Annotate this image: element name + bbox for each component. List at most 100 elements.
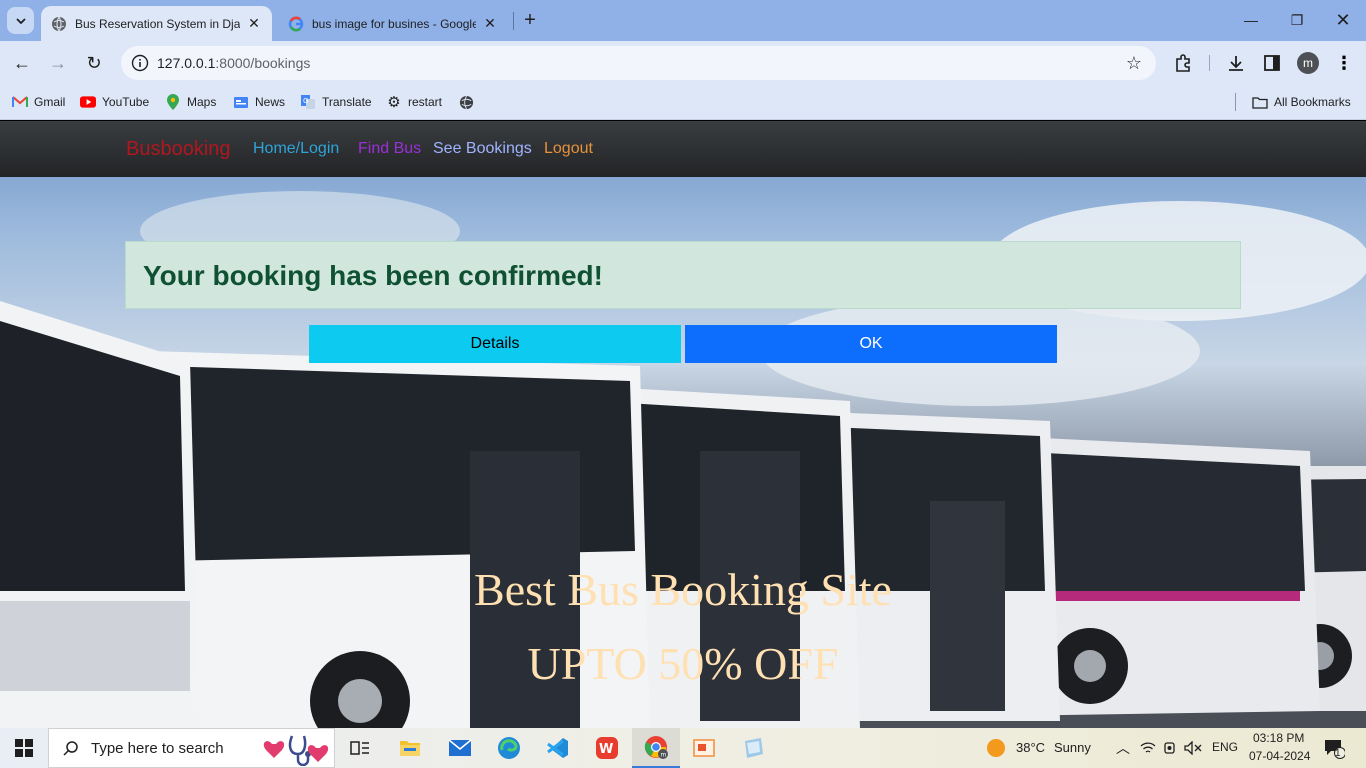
bookmark-label: Maps	[187, 95, 217, 109]
tab-bus-reservation[interactable]: Bus Reservation System in Djan ✕	[41, 6, 272, 41]
bookmark-youtube[interactable]: YouTube	[80, 93, 149, 111]
file-explorer-icon[interactable]	[395, 728, 425, 768]
bookmark-label: News	[255, 95, 286, 109]
start-button[interactable]	[0, 728, 48, 768]
input-language[interactable]: ENG	[1212, 740, 1238, 754]
url-text: 127.0.0.1:8000/bookings	[157, 55, 310, 71]
tab-google-search[interactable]: bus image for busines - Google ✕	[278, 6, 508, 41]
chevron-down-icon	[15, 17, 26, 24]
tab-strip: Bus Reservation System in Djan ✕ bus ima…	[0, 0, 1366, 41]
close-window-button[interactable]: ✕	[1331, 8, 1355, 32]
task-view-icon[interactable]	[345, 728, 375, 768]
translate-icon: G	[300, 94, 316, 110]
mail-icon[interactable]	[445, 728, 475, 768]
bookmark-label: restart	[408, 95, 443, 109]
notepad-app-icon[interactable]	[738, 728, 768, 768]
weather-temperature[interactable]: 38°C	[1016, 740, 1045, 755]
bookmark-maps[interactable]: Maps	[165, 93, 216, 111]
nav-find-bus[interactable]: Find Bus	[358, 140, 421, 158]
tab-title: bus image for busines - Google	[312, 16, 476, 31]
vscode-icon[interactable]	[543, 728, 573, 768]
news-icon	[233, 94, 249, 110]
profile-avatar[interactable]: m	[1297, 52, 1319, 74]
edge-browser-icon[interactable]	[494, 728, 524, 768]
search-icon	[63, 741, 78, 756]
site-navbar: Busbooking Home/Login Find Bus See Booki…	[0, 121, 1366, 177]
clock-time[interactable]: 03:18 PM	[1253, 731, 1304, 745]
alert-message: Your booking has been confirmed!	[143, 260, 603, 291]
toolbar-divider	[1209, 55, 1210, 71]
search-placeholder: Type here to search	[91, 739, 224, 757]
browser-toolbar: ← → ↻ 127.0.0.1:8000/bookings ☆ m ⋮	[0, 41, 1366, 85]
bookmark-label: Gmail	[34, 95, 66, 109]
tab-title: Bus Reservation System in Djan	[75, 16, 240, 31]
nav-home-login[interactable]: Home/Login	[253, 140, 339, 158]
gmail-icon	[12, 94, 28, 110]
address-bar[interactable]: 127.0.0.1:8000/bookings ☆	[121, 46, 1156, 80]
notification-count: 1	[1335, 748, 1341, 759]
close-tab-icon[interactable]: ✕	[482, 15, 498, 32]
gear-icon: ⚙	[387, 94, 401, 111]
taskbar-search-box[interactable]: Type here to search	[48, 728, 335, 768]
presentation-app-icon[interactable]	[689, 728, 719, 768]
bookmarks-bar: Gmail YouTube Maps News G Translate ⚙ re…	[0, 85, 1366, 120]
reload-button[interactable]: ↻	[82, 51, 106, 75]
promo-headline: Best Bus Booking Site	[474, 564, 892, 615]
chrome-taskbar-icon[interactable]: m	[632, 728, 680, 768]
maps-pin-icon	[165, 94, 181, 110]
bookmark-label: All Bookmarks	[1274, 95, 1351, 109]
all-bookmarks-folder[interactable]: All Bookmarks	[1252, 93, 1351, 111]
extensions-icon[interactable]	[1171, 51, 1195, 75]
meet-now-icon[interactable]	[1162, 728, 1180, 768]
windows-logo-icon	[15, 739, 33, 757]
tab-divider	[513, 12, 514, 30]
tab-search-button[interactable]	[7, 7, 34, 34]
bookmarks-divider	[1235, 93, 1236, 111]
bookmark-gmail[interactable]: Gmail	[12, 93, 65, 111]
new-tab-button[interactable]: +	[519, 9, 541, 31]
minimize-button[interactable]: —	[1239, 8, 1263, 32]
forward-button[interactable]: →	[46, 51, 70, 75]
menu-kebab-icon[interactable]: ⋮	[1332, 51, 1356, 75]
download-icon[interactable]	[1224, 51, 1248, 75]
network-icon[interactable]	[1139, 728, 1157, 768]
bookmark-label: YouTube	[102, 95, 150, 109]
globe-icon	[458, 94, 474, 110]
site-info-icon[interactable]	[131, 54, 149, 72]
svg-text:G: G	[303, 97, 308, 105]
show-hidden-icons-chevron[interactable]: ︿	[1116, 738, 1130, 758]
wps-office-icon[interactable]: W	[592, 728, 622, 768]
speaker-muted-icon[interactable]	[1184, 728, 1202, 768]
bookmark-label: Translate	[322, 95, 372, 109]
youtube-icon	[80, 94, 96, 110]
nav-logout[interactable]: Logout	[544, 140, 593, 158]
bookmark-translate[interactable]: G Translate	[300, 93, 372, 111]
details-button[interactable]: Details	[309, 325, 681, 363]
close-tab-icon[interactable]: ✕	[246, 15, 262, 32]
web-page: Busbooking Home/Login Find Bus See Booki…	[0, 121, 1366, 728]
bookmark-star-icon[interactable]: ☆	[1126, 53, 1142, 74]
google-icon	[288, 16, 304, 31]
url-path: :8000/bookings	[215, 55, 311, 71]
promo-discount: UPTO 50% OFF	[527, 638, 839, 689]
weather-sun-icon[interactable]	[984, 728, 1008, 768]
booking-confirmation-alert: Your booking has been confirmed!	[125, 241, 1241, 309]
back-button[interactable]: ←	[10, 51, 34, 75]
brand-logo-link[interactable]: Busbooking	[126, 138, 231, 161]
folder-icon	[1252, 94, 1268, 110]
clock-date[interactable]: 07-04-2024	[1249, 749, 1310, 763]
ok-button[interactable]: OK	[685, 325, 1057, 363]
weather-condition[interactable]: Sunny	[1054, 740, 1091, 755]
windows-taskbar: Type here to search W m 38°C Sunny ︿ ENG…	[0, 728, 1366, 768]
svg-text:m: m	[661, 752, 667, 759]
url-host: 127.0.0.1	[157, 55, 216, 71]
side-panel-icon[interactable]	[1260, 51, 1284, 75]
bookmark-globe[interactable]	[458, 93, 480, 111]
bookmark-news[interactable]: News	[233, 93, 285, 111]
notification-center-icon[interactable]	[1322, 728, 1346, 768]
svg-text:W: W	[599, 742, 613, 757]
restore-button[interactable]: ❐	[1285, 8, 1309, 32]
bookmark-restart[interactable]: ⚙ restart	[386, 93, 442, 111]
globe-icon	[52, 16, 66, 31]
nav-see-bookings[interactable]: See Bookings	[433, 140, 532, 158]
